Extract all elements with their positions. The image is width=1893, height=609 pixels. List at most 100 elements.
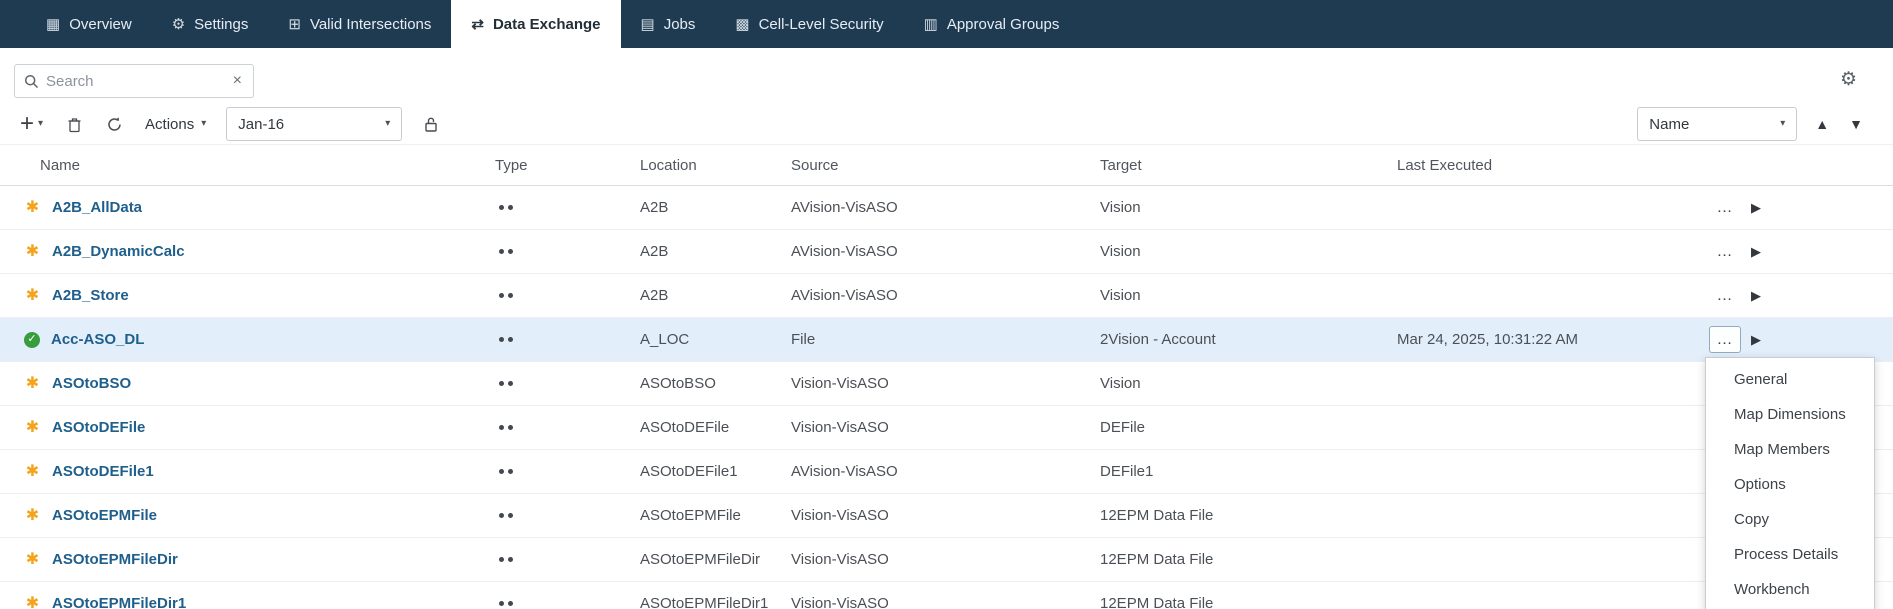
run-integration-button[interactable]: ▶	[1751, 289, 1761, 302]
integration-name-link[interactable]: ASOtoEPMFileDir	[52, 551, 178, 568]
top-navigation: ▦Overview ⚙ Settings ⊞Valid Intersections⇄D…	[0, 0, 1893, 48]
name-cell: ✱ASOtoBSO	[0, 375, 495, 392]
tab-settings[interactable]: ⚙ Settings	[152, 0, 269, 48]
search-icon	[24, 74, 39, 89]
tab-label: Jobs	[664, 16, 696, 33]
integration-type-icon	[499, 601, 504, 606]
clear-search-icon[interactable]: ×	[231, 73, 244, 89]
lock-button[interactable]	[422, 114, 440, 135]
row-actions-menu-button[interactable]: …	[1709, 326, 1741, 353]
column-header-location[interactable]: Location	[640, 157, 791, 174]
run-integration-button[interactable]: ▶	[1751, 201, 1761, 214]
location-cell: A2B	[640, 243, 791, 260]
page-settings-gear-icon[interactable]: ⚙	[1840, 70, 1857, 89]
column-header-name[interactable]: Name	[0, 157, 495, 174]
sort-descending-button[interactable]: ▼	[1847, 115, 1865, 133]
target-cell: DEFile	[1100, 419, 1397, 436]
integration-name-link[interactable]: ASOtoBSO	[52, 375, 131, 392]
table-body: ✱A2B_AllDataA2BAVision-VisASOVision…▶✱A2…	[0, 186, 1893, 609]
integration-type-icon	[499, 337, 504, 342]
integration-name-link[interactable]: A2B_AllData	[52, 199, 142, 216]
location-cell: ASOtoEPMFile	[640, 507, 791, 524]
period-selector[interactable]: Jan-16 ▾	[226, 107, 402, 141]
menu-item-map-dimensions[interactable]: Map Dimensions	[1706, 397, 1874, 432]
table-row[interactable]: ✓Acc-ASO_DLA_LOCFile2Vision - AccountMar…	[0, 318, 1893, 362]
integration-name-link[interactable]: ASOtoDEFile	[52, 419, 145, 436]
integration-name-link[interactable]: A2B_DynamicCalc	[52, 243, 185, 260]
tab-approval-groups[interactable]: ▥Approval Groups	[904, 0, 1080, 48]
table-row[interactable]: ✱ASOtoEPMFileDir1ASOtoEPMFileDir1Vision-…	[0, 582, 1893, 609]
data-integration-app: ▦Overview ⚙ Settings ⊞Valid Intersections⇄D…	[0, 0, 1893, 609]
location-cell: ASOtoEPMFileDir1	[640, 595, 791, 609]
target-cell: 2Vision - Account	[1100, 331, 1397, 348]
tab-cell-level-security[interactable]: ▩Cell-Level Security	[715, 0, 903, 48]
tab-overview[interactable]: ▦Overview	[26, 0, 152, 48]
actions-cell: …▶	[1697, 282, 1893, 309]
table-row[interactable]: ✱ASOtoEPMFileDirASOtoEPMFileDirVision-Vi…	[0, 538, 1893, 582]
delete-button[interactable]	[65, 114, 84, 135]
table-header: NameTypeLocationSourceTargetLast Execute…	[0, 144, 1893, 186]
integrations-table: NameTypeLocationSourceTargetLast Execute…	[0, 144, 1893, 609]
actions-menu-button[interactable]: Actions ▾	[145, 116, 206, 133]
column-header-source[interactable]: Source	[791, 157, 1100, 174]
integration-name-link[interactable]: ASOtoEPMFile	[52, 507, 157, 524]
chevron-down-icon: ▾	[1780, 119, 1785, 129]
menu-item-options[interactable]: Options	[1706, 467, 1874, 502]
run-integration-button[interactable]: ▶	[1751, 245, 1761, 258]
refresh-button[interactable]	[104, 114, 125, 135]
menu-item-process-details[interactable]: Process Details	[1706, 537, 1874, 572]
tab-label: Settings	[194, 16, 248, 33]
integration-type-icon	[499, 469, 504, 474]
source-cell: AVision-VisASO	[791, 199, 1100, 216]
column-header-last-executed[interactable]: Last Executed	[1397, 157, 1697, 174]
menu-item-copy[interactable]: Copy	[1706, 502, 1874, 537]
table-row[interactable]: ✱ASOtoDEFileASOtoDEFileVision-VisASODEFi…	[0, 406, 1893, 450]
column-header-type[interactable]: Type	[495, 157, 640, 174]
source-cell: Vision-VisASO	[791, 375, 1100, 392]
search-input[interactable]	[46, 73, 224, 90]
row-actions-menu-button[interactable]: …	[1709, 238, 1741, 265]
plus-icon: +	[20, 114, 34, 134]
table-row[interactable]: ✱ASOtoEPMFileASOtoEPMFileVision-VisASO12…	[0, 494, 1893, 538]
run-integration-button[interactable]: ▶	[1751, 333, 1761, 346]
type-cell	[495, 425, 640, 430]
period-value: Jan-16	[238, 116, 284, 133]
sort-ascending-button[interactable]: ▲	[1813, 115, 1831, 133]
column-header-target[interactable]: Target	[1100, 157, 1397, 174]
tab-label: Valid Intersections	[310, 16, 431, 33]
table-row[interactable]: ✱A2B_AllDataA2BAVision-VisASOVision…▶	[0, 186, 1893, 230]
toolbar: + ▾ Actions ▾ Jan-16	[0, 104, 1893, 144]
status-warning-icon: ✱	[24, 288, 41, 304]
type-cell	[495, 557, 640, 562]
location-cell: ASOtoEPMFileDir	[640, 551, 791, 568]
integration-name-link[interactable]: ASOtoEPMFileDir1	[52, 595, 186, 609]
sort-field-selector[interactable]: Name ▾	[1637, 107, 1797, 141]
tab-jobs[interactable]: ▤Jobs	[621, 0, 716, 48]
tab-data-exchange[interactable]: ⇄Data Exchange	[451, 0, 620, 48]
type-cell	[495, 337, 640, 342]
integration-name-link[interactable]: A2B_Store	[52, 287, 129, 304]
table-row[interactable]: ✱A2B_DynamicCalcA2BAVision-VisASOVision……	[0, 230, 1893, 274]
menu-item-general[interactable]: General	[1706, 362, 1874, 397]
table-row[interactable]: ✱A2B_StoreA2BAVision-VisASOVision…▶	[0, 274, 1893, 318]
menu-item-map-members[interactable]: Map Members	[1706, 432, 1874, 467]
approval-groups-icon: ▥	[924, 15, 938, 33]
settings-icon: ⚙	[172, 15, 185, 33]
location-cell: ASOtoDEFile	[640, 419, 791, 436]
row-actions-menu-button[interactable]: …	[1709, 282, 1741, 309]
search-row: × ⚙	[0, 48, 1893, 98]
tab-valid-intersections[interactable]: ⊞Valid Intersections	[268, 0, 451, 48]
integration-name-link[interactable]: ASOtoDEFile1	[52, 463, 154, 480]
source-cell: Vision-VisASO	[791, 595, 1100, 609]
table-row[interactable]: ✱ASOtoDEFile1ASOtoDEFile1AVision-VisASOD…	[0, 450, 1893, 494]
target-cell: 12EPM Data File	[1100, 551, 1397, 568]
row-actions-menu-button[interactable]: …	[1709, 194, 1741, 221]
chevron-down-icon: ▾	[38, 119, 43, 129]
table-row[interactable]: ✱ASOtoBSOASOtoBSOVision-VisASOVision…▶	[0, 362, 1893, 406]
menu-item-workbench[interactable]: Workbench	[1706, 572, 1874, 607]
search-box[interactable]: ×	[14, 64, 254, 98]
status-warning-icon: ✱	[24, 596, 41, 609]
location-cell: A2B	[640, 199, 791, 216]
add-integration-button[interactable]: + ▾	[18, 112, 45, 136]
integration-name-link[interactable]: Acc-ASO_DL	[51, 331, 144, 348]
